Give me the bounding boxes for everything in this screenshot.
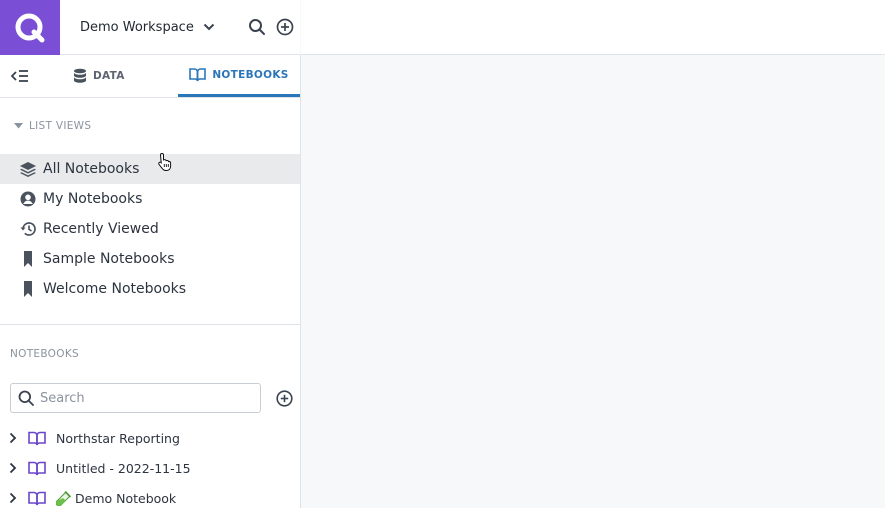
list-views-header[interactable]: LIST VIEWS xyxy=(0,98,300,154)
notebook-item[interactable]: Untitled - 2022-11-15 xyxy=(0,453,300,483)
list-view-label: Recently Viewed xyxy=(43,221,159,237)
workspace-name: Demo Workspace xyxy=(80,19,194,35)
list-view-my-notebooks[interactable]: My Notebooks xyxy=(0,184,300,214)
collapse-icon xyxy=(11,70,28,82)
add-circle-icon xyxy=(276,389,293,407)
list-view-label: Welcome Notebooks xyxy=(43,281,187,297)
notebook-icon xyxy=(28,461,46,476)
tab-notebooks[interactable]: NOTEBOOKS xyxy=(178,55,300,97)
notebook-title: Northstar Reporting xyxy=(56,430,180,446)
notebook-list: Northstar Reporting Untitled - 2022-11-1… xyxy=(0,423,300,508)
list-view-sample-notebooks[interactable]: Sample Notebooks xyxy=(0,244,300,274)
notebook-item[interactable]: Demo Notebook xyxy=(0,483,300,508)
tab-notebooks-label: NOTEBOOKS xyxy=(212,68,289,81)
database-icon xyxy=(74,68,86,83)
notebook-title: Untitled - 2022-11-15 xyxy=(56,460,191,476)
add-notebook-button[interactable] xyxy=(276,389,293,407)
list-view-recently-viewed[interactable]: Recently Viewed xyxy=(0,214,300,244)
test-tube-icon xyxy=(56,490,71,506)
book-open-icon xyxy=(189,68,207,82)
main-header xyxy=(301,0,885,55)
list-view-welcome-notebooks[interactable]: Welcome Notebooks xyxy=(0,274,300,304)
search-icon xyxy=(18,390,34,406)
tab-data-label: DATA xyxy=(93,70,125,82)
app-logo[interactable] xyxy=(0,0,60,55)
notebooks-header: NOTEBOOKS xyxy=(0,325,300,383)
chevron-right-icon[interactable] xyxy=(9,462,21,474)
list-view-label: All Notebooks xyxy=(43,161,140,177)
hand-cursor-icon xyxy=(158,152,172,171)
sidebar-header: Demo Workspace xyxy=(60,0,300,55)
add-circle-icon[interactable] xyxy=(276,18,294,36)
sidebar: DATA NOTEBOOKS LIST VIEWS All Notebooks xyxy=(0,55,301,508)
history-icon xyxy=(19,221,37,237)
bookmark-icon xyxy=(19,251,37,267)
notebooks-heading: NOTEBOOKS xyxy=(10,348,79,360)
caret-down-icon xyxy=(14,123,23,129)
workspace-selector[interactable]: Demo Workspace xyxy=(80,20,215,35)
logo-icon xyxy=(15,13,45,42)
bookmark-icon xyxy=(19,281,37,297)
collapse-sidebar-button[interactable] xyxy=(0,55,40,97)
sidebar-tabs: DATA NOTEBOOKS xyxy=(0,55,300,98)
list-view-all-notebooks[interactable]: All Notebooks xyxy=(0,154,300,184)
list-views-heading: LIST VIEWS xyxy=(29,120,92,132)
list-view-label: Sample Notebooks xyxy=(43,251,175,267)
chevron-down-icon xyxy=(203,23,215,31)
notebook-title: Demo Notebook xyxy=(75,490,177,506)
chevron-right-icon[interactable] xyxy=(9,492,21,504)
chevron-right-icon[interactable] xyxy=(9,432,21,444)
list-view-label: My Notebooks xyxy=(43,191,143,207)
notebook-search-input[interactable] xyxy=(40,390,250,406)
notebook-icon xyxy=(28,431,46,446)
user-icon xyxy=(19,191,37,207)
search-icon[interactable] xyxy=(248,18,266,36)
notebook-icon xyxy=(28,491,46,506)
notebook-search-box[interactable] xyxy=(10,383,261,413)
tab-data[interactable]: DATA xyxy=(40,55,178,97)
layers-icon xyxy=(19,161,37,177)
notebook-item[interactable]: Northstar Reporting xyxy=(0,423,300,453)
